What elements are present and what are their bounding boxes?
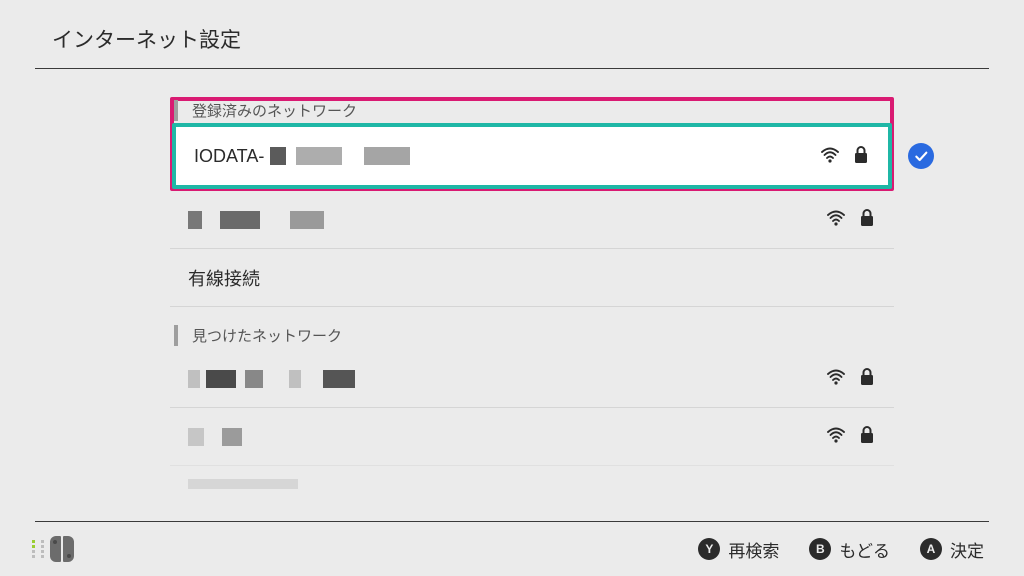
network-name: [188, 211, 826, 229]
wifi-icon: [826, 424, 846, 449]
action-label: 再検索: [728, 537, 779, 562]
lock-icon: [858, 366, 876, 391]
action-label: もどる: [839, 537, 890, 562]
network-list: 登録済みのネットワーク IODATA-: [170, 100, 894, 494]
annotation-highlight-inner: IODATA-: [172, 123, 892, 189]
header-divider: [35, 68, 989, 69]
obscured-text: [364, 147, 410, 165]
button-y-icon: Y: [698, 538, 720, 560]
header: インターネット設定: [0, 0, 1024, 68]
checkmark-badge: [908, 143, 934, 169]
switch-controller-icon: [32, 536, 74, 562]
obscured-text: [188, 479, 298, 489]
lock-icon: [858, 424, 876, 449]
page-title: インターネット設定: [52, 24, 1024, 54]
action-confirm[interactable]: A 決定: [920, 537, 984, 562]
network-row[interactable]: [170, 350, 894, 408]
obscured-text: [222, 428, 242, 446]
obscured-text: [296, 147, 342, 165]
action-rescan[interactable]: Y 再検索: [698, 537, 779, 562]
obscured-text: [188, 370, 200, 388]
network-row-wired[interactable]: 有線接続: [170, 249, 894, 307]
action-label: 決定: [950, 537, 984, 562]
section-registered-label: 登録済みのネットワーク: [174, 100, 894, 121]
obscured-text: [270, 147, 286, 165]
network-row[interactable]: [170, 408, 894, 466]
action-back[interactable]: B もどる: [809, 537, 890, 562]
lock-icon: [852, 144, 870, 169]
network-row-selected[interactable]: IODATA-: [176, 127, 888, 185]
obscured-text: [188, 428, 204, 446]
footer: Y 再検索 B もどる A 決定: [0, 522, 1024, 576]
network-row[interactable]: [170, 191, 894, 249]
wifi-icon: [820, 144, 840, 169]
button-b-icon: B: [809, 538, 831, 560]
obscured-text: [290, 211, 324, 229]
wifi-icon: [826, 207, 846, 232]
network-row-partial: [170, 466, 894, 494]
footer-actions: Y 再検索 B もどる A 決定: [698, 537, 984, 562]
obscured-text: [188, 211, 202, 229]
section-found-label: 見つけたネットワーク: [174, 325, 894, 346]
obscured-text: [323, 370, 355, 388]
obscured-text: [289, 370, 301, 388]
network-name: [188, 428, 826, 446]
obscured-text: [220, 211, 260, 229]
obscured-text: [206, 370, 236, 388]
wifi-icon: [826, 366, 846, 391]
network-name-prefix: IODATA-: [194, 146, 264, 167]
network-name: [188, 370, 826, 388]
lock-icon: [858, 207, 876, 232]
button-a-icon: A: [920, 538, 942, 560]
network-name: IODATA-: [194, 146, 820, 167]
network-name: 有線接続: [188, 265, 876, 291]
obscured-text: [245, 370, 263, 388]
wired-label: 有線接続: [188, 265, 260, 291]
